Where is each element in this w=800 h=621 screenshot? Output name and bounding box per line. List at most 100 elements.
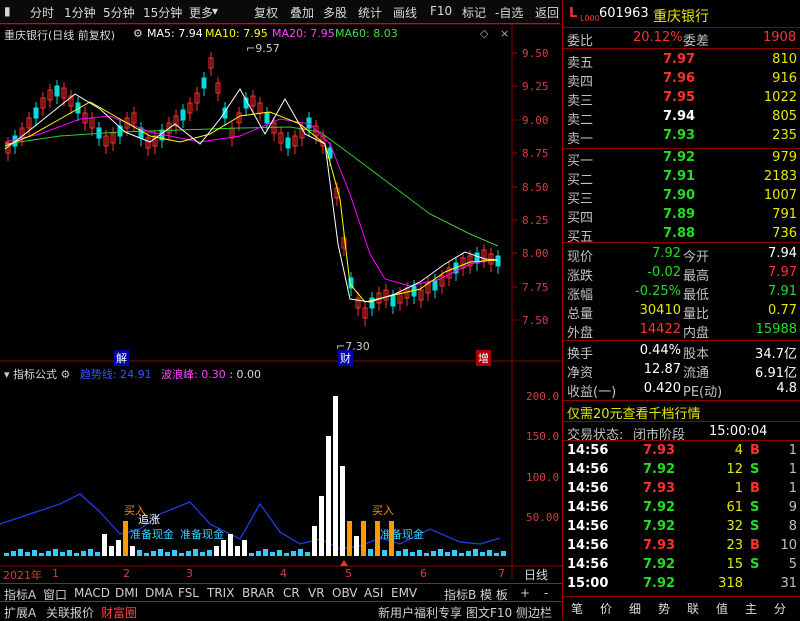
btn-fuquan[interactable]: 复权 bbox=[254, 4, 278, 21]
bid-row[interactable]: 买五 7.88 736 bbox=[563, 224, 800, 245]
ask-row[interactable]: 卖四 7.96 916 bbox=[563, 69, 800, 90]
stat-row: 现价 7.92 今开 7.94 bbox=[567, 246, 797, 265]
btn-duogu[interactable]: 多股 bbox=[323, 4, 347, 21]
tab-related-quote[interactable]: 关联报价 bbox=[46, 604, 94, 621]
indicator-bar bbox=[130, 546, 135, 556]
tab-sidebar[interactable]: 侧边栏 bbox=[516, 604, 552, 621]
tab-vr[interactable]: VR bbox=[308, 586, 325, 600]
tab-f10[interactable]: 图文F10 bbox=[466, 604, 512, 621]
trend-line bbox=[0, 493, 501, 550]
tab-wealth[interactable]: 财富圈 bbox=[101, 604, 137, 621]
close-icon[interactable]: × bbox=[500, 27, 509, 40]
candle-body bbox=[306, 117, 312, 129]
indicator-bar bbox=[179, 553, 184, 556]
tab-asi[interactable]: ASI bbox=[364, 586, 383, 600]
tab-15min[interactable]: 15分钟 bbox=[143, 4, 182, 21]
panel-tabs: 笔 价 细 势 联 值 主 分 bbox=[571, 602, 787, 616]
indicator-bar bbox=[277, 550, 282, 556]
indicator-bar bbox=[81, 551, 86, 556]
indicator-bar bbox=[109, 546, 114, 556]
stock-header: L L000 601963 重庆银行 bbox=[569, 6, 709, 25]
add-button[interactable]: + bbox=[520, 586, 530, 600]
btn-diejia[interactable]: 叠加 bbox=[290, 4, 314, 21]
tab-5min[interactable]: 5分钟 bbox=[103, 4, 135, 21]
indicator-bar bbox=[354, 536, 359, 556]
ask-row[interactable]: 卖五 7.97 810 bbox=[563, 50, 800, 71]
indicator-bar bbox=[18, 549, 23, 556]
tab-macd[interactable]: MACD bbox=[74, 586, 110, 600]
label-chase: 追涨 bbox=[138, 513, 160, 526]
bid-row[interactable]: 买三 7.90 1007 bbox=[563, 186, 800, 207]
indicator-bar bbox=[361, 521, 366, 556]
indicator-bar bbox=[410, 552, 415, 556]
tab-expand-a[interactable]: 扩展A bbox=[4, 604, 36, 621]
tab-fsl[interactable]: FSL bbox=[178, 586, 199, 600]
promo-row[interactable]: 仅需20元查看千档行情 bbox=[563, 401, 800, 422]
indicator-bar bbox=[242, 540, 247, 556]
candle-body bbox=[264, 112, 270, 124]
tab-trix[interactable]: TRIX bbox=[207, 586, 234, 600]
btn-f10[interactable]: F10 bbox=[430, 4, 452, 18]
tab-brar[interactable]: BRAR bbox=[242, 586, 275, 600]
gear-icon[interactable]: ⚙ bbox=[133, 27, 143, 40]
tab-cr[interactable]: CR bbox=[283, 586, 300, 600]
stat-row: 涨幅 -0.25% 最低 7.91 bbox=[567, 284, 797, 303]
btn-tongji[interactable]: 统计 bbox=[358, 4, 382, 21]
bid-row[interactable]: 买一 7.92 979 bbox=[563, 148, 800, 169]
indicator-bar bbox=[459, 553, 464, 556]
indicator-bar bbox=[424, 553, 429, 556]
period-button[interactable]: 日线 bbox=[524, 566, 548, 583]
tab-obv[interactable]: OBV bbox=[332, 586, 358, 600]
indicator-bar bbox=[403, 549, 408, 556]
tick-row: 14:56 7.92 12 S 1 bbox=[567, 462, 797, 477]
tab-emv[interactable]: EMV bbox=[391, 586, 417, 600]
tab-fenshi[interactable]: 分时 bbox=[30, 4, 54, 21]
gear-icon-2[interactable]: ⚙ bbox=[61, 368, 71, 381]
kline-chart[interactable] bbox=[0, 24, 562, 580]
label-cash-2: 准备现金 bbox=[180, 528, 224, 541]
indicator-bar bbox=[256, 551, 261, 556]
promo-link[interactable]: 新用户福利专享 bbox=[378, 604, 462, 621]
indicator-bar bbox=[165, 552, 170, 556]
tick-row: 14:56 7.92 32 S 8 bbox=[567, 519, 797, 534]
event-jie[interactable]: 解 bbox=[114, 350, 129, 366]
bid-row[interactable]: 买二 7.91 2183 bbox=[563, 167, 800, 188]
high-marker: ⌐9.57 bbox=[246, 42, 280, 55]
btn-fanhui[interactable]: 返回 bbox=[535, 4, 559, 21]
tab-dma[interactable]: DMA bbox=[145, 586, 173, 600]
btn-zixuan[interactable]: -自选 bbox=[495, 4, 523, 21]
diamond-icon[interactable]: ◇ bbox=[480, 27, 488, 40]
indicator-bar bbox=[487, 550, 492, 556]
menu-icon[interactable]: ▮ bbox=[4, 4, 11, 18]
indicator-bar bbox=[151, 551, 156, 556]
indicator-bar bbox=[473, 549, 478, 556]
indicator-bar bbox=[207, 550, 212, 556]
tab-1min[interactable]: 1分钟 bbox=[64, 4, 96, 21]
quote-panel: L L000 601963 重庆银行 委比 20.12% 委差 1908 卖五 7… bbox=[562, 0, 800, 620]
tick-row: 14:56 7.93 4 B 1 bbox=[567, 443, 797, 458]
indicator-title[interactable]: 指标公式 bbox=[13, 368, 57, 381]
bid-row[interactable]: 买四 7.89 791 bbox=[563, 205, 800, 226]
event-zeng[interactable]: 增 bbox=[476, 350, 491, 366]
tab-more[interactable]: 更多 bbox=[189, 4, 213, 21]
tab-dmi[interactable]: DMI bbox=[115, 586, 138, 600]
indicator-bar bbox=[284, 553, 289, 556]
ask-row[interactable]: 卖一 7.93 235 bbox=[563, 126, 800, 147]
indicator-bar bbox=[438, 549, 443, 556]
triangle-icon[interactable]: ▾ bbox=[4, 368, 10, 381]
btn-huaxian[interactable]: 画线 bbox=[393, 4, 417, 21]
stat-row: 换手 0.44% 股本 34.7亿 bbox=[567, 343, 797, 362]
event-cai[interactable]: 财 bbox=[338, 350, 353, 366]
indicator-bar bbox=[298, 549, 303, 556]
btn-biaoji[interactable]: 标记 bbox=[462, 4, 486, 21]
label-buy-2: 买入 bbox=[372, 504, 394, 517]
ask-row[interactable]: 卖二 7.94 805 bbox=[563, 107, 800, 128]
candle-body bbox=[201, 77, 207, 89]
remove-button[interactable]: - bbox=[544, 586, 548, 600]
indicator-bar bbox=[158, 549, 163, 556]
ask-row[interactable]: 卖三 7.95 1022 bbox=[563, 88, 800, 109]
more-chevron-icon[interactable]: ▾ bbox=[212, 4, 218, 18]
indicator-bar bbox=[228, 534, 233, 556]
ma60-line bbox=[4, 126, 499, 247]
indicator-bar bbox=[88, 549, 93, 556]
